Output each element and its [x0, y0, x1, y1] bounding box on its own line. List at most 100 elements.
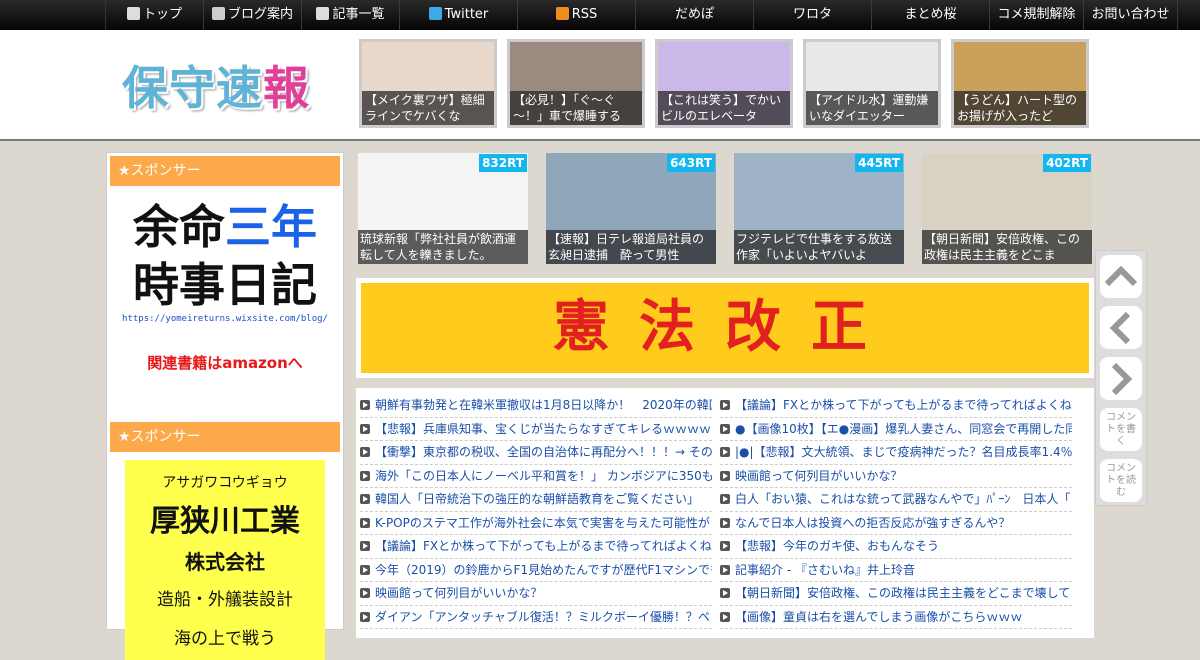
article-link[interactable]: 海外「この日本人にノーベル平和賞を！」 カンボジアに350も [360, 465, 712, 488]
article-link[interactable]: |●|【悲報】文大統領、まじで疫病神だった？名目成長率1.4％（ [720, 441, 1072, 465]
article-title: |●|【悲報】文大統領、まじで疫病神だった？名目成長率1.4％（ [735, 445, 1072, 459]
header: 保守速報 【メイク裏ワザ】極細ラインでケバくな 【必見！】「ぐ～ぐ～！」車で爆睡す… [0, 30, 1200, 141]
thumb-caption: 【アイドル水】運動嫌いなダイエッター [806, 91, 938, 125]
nav-label: コメ規制解除 [997, 7, 1076, 22]
header-thumb[interactable]: 【メイク裏ワザ】極細ラインでケバくな [359, 39, 497, 128]
article-title: 【議論】FXとか株って下がっても上がるまで待ってればよくね [375, 539, 712, 553]
header-thumb[interactable]: 【これは笑う】でかいビルのエレベータ [655, 39, 793, 128]
play-bullet-icon [360, 494, 370, 504]
article-link[interactable]: 【議論】FXとか株って下がっても上がるまで待ってればよくね [360, 535, 712, 559]
article-link[interactable]: ●【画像10枚】【エ●漫画】爆乳人妻さん、同窓会で再開した同 [720, 418, 1072, 441]
scroll-top-button[interactable] [1100, 255, 1142, 298]
popular-card[interactable]: 643RT 【速報】日テレ報道局社員の玄昶日逮捕 酔って男性 [546, 153, 716, 264]
nav-item[interactable]: お問い合わせ [1084, 0, 1178, 30]
article-title: 海外「この日本人にノーベル平和賞を！」 カンボジアに350も [375, 468, 712, 483]
info-icon [211, 7, 225, 20]
article-link[interactable]: 【画像】童貞は右を選んでしまう画像がこちらｗｗｗ [720, 606, 1072, 629]
nav-item[interactable]: まとめ桜 [872, 0, 990, 30]
next-button[interactable] [1100, 357, 1142, 400]
article-link[interactable]: 白人「おい猿、これはな銃って武器なんやで」ﾊﾟｰﾝ 日本人「 [720, 488, 1072, 512]
rt-badge: 445RT [855, 154, 903, 172]
article-title: 韓国人「日帝統治下の強圧的な朝鮮語教育をご覧ください」 [375, 492, 700, 506]
nav-label: ワロタ [792, 7, 832, 22]
nav-item[interactable]: Twitter [400, 0, 518, 30]
article-link[interactable]: 記事紹介 - 『さむいね』井上玲音 [720, 559, 1072, 582]
nav-item[interactable]: コメ規制解除 [990, 0, 1084, 30]
site-logo[interactable]: 保守速報 [122, 52, 310, 118]
article-link[interactable]: なんで日本人は投資への拒否反応が強すぎるんや？ [720, 512, 1072, 535]
nav-item[interactable]: だめぽ [636, 0, 754, 30]
article-title: 【衝撃】東京都の税収、全国の自治体に再配分へ！！！→ その [375, 445, 712, 459]
article-title: 【画像】童貞は右を選んでしまう画像がこちらｗｗｗ [735, 609, 1023, 624]
logo-text: 保守速 [122, 61, 263, 115]
nav-label: お問い合わせ [1091, 7, 1170, 22]
article-link[interactable]: 【悲報】兵庫県知事、宝くじが当たらなすぎてキレるｗｗｗｗ [360, 418, 712, 441]
play-bullet-icon [360, 447, 370, 457]
article-title: ●【画像10枚】【エ●漫画】爆乳人妻さん、同窓会で再開した同 [735, 421, 1072, 436]
nav-label: RSS [571, 7, 598, 22]
article-title: 朝鮮有事勃発と在韓米軍撤収は1月8日以降か！ 2020年の韓国 [375, 398, 712, 412]
rt-badge: 643RT [667, 154, 715, 172]
play-bullet-icon [720, 400, 730, 410]
nav-item[interactable]: 記事一覧 [302, 0, 400, 30]
ad-kana: アサガワコウギョウ [162, 475, 288, 491]
article-link[interactable]: 今年（2019）の鈴鹿からF1見始めたんですが歴代F1マシンでも [360, 559, 712, 582]
article-link[interactable]: 【朝日新聞】安倍政権、この政権は民主主義をどこまで壊して [720, 582, 1072, 606]
article-link[interactable]: 映画館って何列目がいいかな？ [720, 465, 1072, 488]
article-link[interactable]: 【議論】FXとか株って下がっても上がるまで待ってればよくね [720, 394, 1072, 418]
article-link[interactable]: 朝鮮有事勃発と在韓米軍撤収は1月8日以降か！ 2020年の韓国 [360, 394, 712, 418]
nav-label: だめぽ [674, 7, 714, 22]
read-comment-button[interactable]: コメントを読む [1100, 459, 1142, 502]
article-list: 朝鮮有事勃発と在韓米軍撤収は1月8日以降か！ 2020年の韓国 【悲報】兵庫県知事… [356, 388, 1094, 638]
prev-button[interactable] [1100, 306, 1142, 349]
play-bullet-icon [720, 423, 730, 434]
ad-title-accent: 三年 [225, 200, 317, 254]
nav-item[interactable]: ワロタ [754, 0, 872, 30]
popular-card[interactable]: 832RT 琉球新報「弊社社員が飲酒運転して人を轢きました。 [358, 153, 528, 264]
floating-toolbar: コメントを書く コメントを読む [1095, 250, 1147, 506]
article-title: 映画館って何列目がいいかな？ [735, 468, 903, 483]
article-title: 【悲報】兵庫県知事、宝くじが当たらなすぎてキレるｗｗｗｗ [375, 421, 712, 436]
play-bullet-icon [360, 588, 370, 598]
rt-badge: 832RT [479, 154, 527, 172]
thumb-caption: 【うどん】ハート型のお揚げが入ったど [954, 91, 1086, 125]
header-thumb[interactable]: 【必見！】「ぐ～ぐ～！」車で爆睡する [507, 39, 645, 128]
article-link[interactable]: 【悲報】今年のガキ使、おもんなそう [720, 535, 1072, 559]
ad-corp: 株式会社 [185, 550, 265, 574]
ad-company: 厚狭川工業 [150, 504, 300, 539]
article-link[interactable]: 映画館って何列目がいいかな？ [360, 582, 712, 606]
article-title: 【議論】FXとか株って下がっても上がるまで待ってればよくね [735, 398, 1072, 412]
write-comment-button[interactable]: コメントを書く [1100, 408, 1142, 451]
play-bullet-icon [720, 541, 730, 551]
article-link[interactable]: 【衝撃】東京都の税収、全国の自治体に再配分へ！！！→ その [360, 441, 712, 465]
logo-text-accent: 報 [263, 61, 310, 115]
article-link[interactable]: 韓国人「日帝統治下の強圧的な朝鮮語教育をご覧ください」 [360, 488, 712, 512]
card-caption: 【朝日新聞】安倍政権、この政権は民主主義をどこま [922, 230, 1092, 264]
rss-icon [555, 7, 569, 20]
nav-item[interactable]: ブログ案内 [204, 0, 302, 30]
rt-badge: 402RT [1043, 154, 1091, 172]
popular-card[interactable]: 445RT フジテレビで仕事をする放送作家「いよいよヤバいよ [734, 153, 904, 264]
nav-item[interactable]: トップ [106, 0, 204, 30]
sidebar: ★スポンサー 余命三年 時事日記 https://yomeireturns.wi… [106, 152, 344, 660]
thumb-caption: 【メイク裏ワザ】極細ラインでケバくな [362, 91, 494, 125]
constitution-banner[interactable]: 憲法改正 [356, 278, 1094, 378]
article-title: ダイアン「アンタッチャブル復活！？ミルクボーイ優勝！？ペ [375, 609, 710, 624]
ad-amazon-link[interactable]: 関連書籍はamazonへ [107, 352, 343, 373]
article-link[interactable]: ダイアン「アンタッチャブル復活！？ミルクボーイ優勝！？ペ [360, 606, 712, 629]
play-bullet-icon [360, 400, 370, 410]
sponsor-ad-asagawa[interactable]: アサガワコウギョウ 厚狭川工業 株式会社 造船・外艤装設計 海の上で戦う [125, 460, 325, 660]
ad-desc: 造船・外艤装設計 [157, 590, 293, 610]
header-thumb[interactable]: 【アイドル水】運動嫌いなダイエッター [803, 39, 941, 128]
card-caption: 【速報】日テレ報道局社員の玄昶日逮捕 酔って男性 [546, 230, 716, 264]
popular-card[interactable]: 402RT 【朝日新聞】安倍政権、この政権は民主主義をどこま [922, 153, 1092, 264]
sponsor-heading: ★スポンサー [110, 422, 340, 452]
article-link[interactable]: K-POPのステマ工作が海外社会に本気で実害を与えた可能性が [360, 512, 712, 535]
header-thumb[interactable]: 【うどん】ハート型のお揚げが入ったど [951, 39, 1089, 128]
nav-item[interactable]: RSS [518, 0, 636, 30]
sponsor-ad-yomei[interactable]: 余命三年 時事日記 https://yomeireturns.wixsite.c… [107, 198, 343, 418]
card-caption: フジテレビで仕事をする放送作家「いよいよヤバいよ [734, 230, 904, 264]
play-bullet-icon [720, 564, 730, 575]
top-nav: トップ ブログ案内 記事一覧 Twitter RSS だめぽ ワロタ まとめ桜 コメ規制解除 お問… [0, 0, 1200, 30]
article-title: 白人「おい猿、これはな銃って武器なんやで」ﾊﾟｰﾝ 日本人「 [735, 492, 1071, 506]
